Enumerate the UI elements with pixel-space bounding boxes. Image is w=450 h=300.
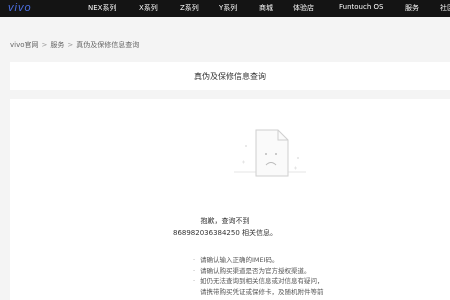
nav-item-store[interactable]: 商城 [259, 3, 273, 13]
breadcrumb-separator: > [67, 41, 74, 49]
sad-document-icon [234, 129, 306, 177]
bullet-icon: · [193, 277, 196, 285]
breadcrumb-current: 真伪及保修信息查询 [76, 41, 140, 49]
help-tip: · 如仍无法查询到相关信息或对信息有疑问， [193, 276, 324, 287]
nav-item-z-series[interactable]: Z系列 [180, 3, 199, 13]
nav-item-funtouch-os[interactable]: Funtouch OS [339, 3, 383, 11]
bullet-icon: · [193, 266, 196, 275]
nav-item-service[interactable]: 服务 [405, 3, 419, 13]
help-tip: · 请确认购买渠道是否为官方授权渠道。 [193, 266, 324, 277]
breadcrumb-service-link[interactable]: 服务 [50, 41, 64, 49]
nav-item-experience-store[interactable]: 体验店 [293, 3, 314, 13]
nav-item-community[interactable]: 社区 [440, 3, 450, 13]
help-tip: · 请确认输入正确的IMEI码。 [193, 255, 324, 266]
help-tip-text: 请确认购买渠道是否为官方授权渠道。 [200, 266, 311, 275]
not-found-imei-message: 868982036384250 相关信息。 [172, 229, 278, 237]
help-tip-continuation: 请携带购买凭证或保修卡，及随机附件等前 [193, 287, 324, 298]
top-navigation-bar: vivo NEX系列 X系列 Z系列 Y系列 商城 体验店 Funtouch O… [0, 0, 450, 17]
nav-item-x-series[interactable]: X系列 [139, 3, 158, 13]
not-found-message: 抱歉，查询不到 [200, 217, 250, 225]
nav-item-nex[interactable]: NEX系列 [88, 3, 116, 13]
help-tip-text: 请确认输入正确的IMEI码。 [200, 256, 279, 264]
nav-item-y-series[interactable]: Y系列 [219, 3, 237, 13]
bullet-icon: · [193, 256, 196, 264]
title-panel: 真伪及保修信息查询 [10, 62, 450, 90]
help-tips-list: · 请确认输入正确的IMEI码。 · 请确认购买渠道是否为官方授权渠道。 · 如仍无法… [193, 255, 324, 297]
vivo-logo[interactable]: vivo [8, 2, 32, 14]
help-tip-text: 如仍无法查询到相关信息或对信息有疑问， [200, 277, 324, 285]
breadcrumb-separator: > [41, 41, 48, 49]
help-tip-text: 请携带购买凭证或保修卡，及随机附件等前 [200, 287, 324, 296]
page-title: 真伪及保修信息查询 [194, 72, 266, 81]
breadcrumb: vivo官网 > 服务 > 真伪及保修信息查询 [10, 40, 139, 50]
breadcrumb-home-link[interactable]: vivo官网 [10, 41, 39, 49]
